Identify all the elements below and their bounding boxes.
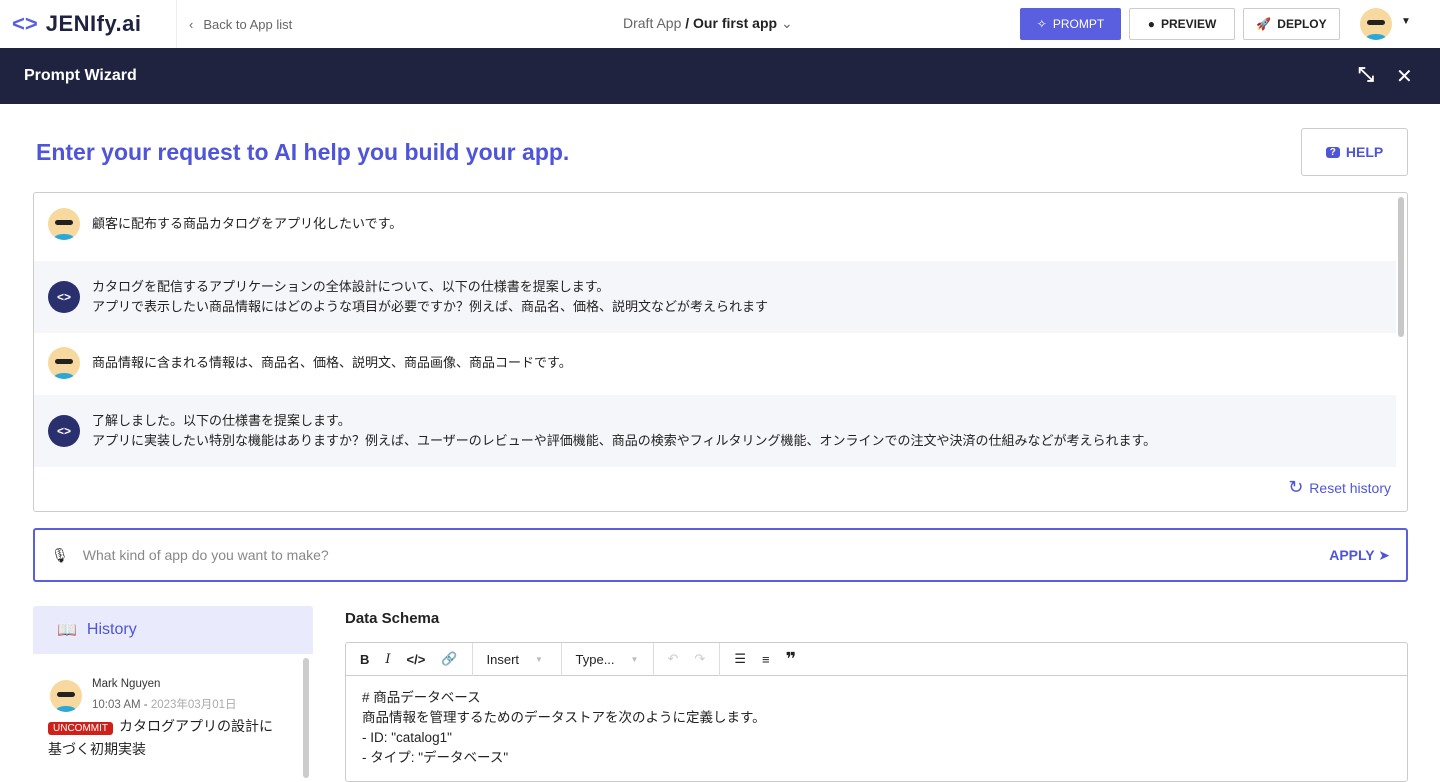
user-avatar (50, 680, 82, 712)
prompt-button[interactable]: ✧ PROMPT (1020, 8, 1121, 40)
history-title: History (86, 621, 137, 638)
user-avatar (48, 208, 80, 240)
redo-icon[interactable]: ↷ (694, 651, 705, 667)
caret-down-icon: ▼ (535, 654, 543, 664)
question-icon: ? (1325, 146, 1340, 158)
history-panel: 📖 History Mark Nguyen 10:03 AM - 2023年03月… (33, 606, 313, 778)
chat-message-user: 顧客に配布する商品カタログをアプリ化したいです。 (34, 193, 1396, 255)
numbered-list-icon[interactable]: ≡ (762, 652, 770, 667)
back-link[interactable]: ‹ Back to App list (189, 17, 292, 32)
preview-button[interactable]: ● PREVIEW (1129, 8, 1235, 40)
insert-label: Insert (486, 651, 520, 667)
user-avatar (48, 347, 80, 379)
page-heading: Enter your request to AI help you build … (36, 139, 570, 165)
insert-dropdown[interactable]: Insert ▼ (473, 642, 562, 676)
apply-label: APPLY (1329, 547, 1375, 563)
ai-code-icon: <> (48, 415, 80, 447)
caret-down-icon: ▼ (630, 654, 639, 664)
caret-down-icon[interactable]: ▼ (1401, 16, 1411, 27)
prompt-input-box: 🎙 APPLY ➤ (33, 528, 1408, 582)
rocket-icon: 🚀 (1256, 17, 1272, 31)
editor-line: 商品情報を管理するためのデータストアを次のように定義します。 (362, 710, 766, 725)
crumb-current: Our first app (693, 15, 778, 31)
type-dropdown[interactable]: Type... ▼ (562, 642, 654, 676)
top-bar: <> JENIfy.ai ‹ Back to App list Draft App … (0, 0, 1440, 48)
chevron-left-icon: ‹ (189, 16, 194, 32)
logo-text: JENIfy.ai (45, 11, 142, 36)
close-icon[interactable]: ✕ (1396, 64, 1413, 89)
uncommit-badge: UNCOMMIT (48, 722, 113, 735)
apply-button[interactable]: APPLY ➤ (1329, 547, 1390, 564)
book-icon: 📖 (57, 622, 77, 639)
bullet-list-icon[interactable]: ☰ (734, 651, 746, 667)
message-text: カタログを配信するアプリケーションの全体設計について、以下の仕様書を提案します。 (92, 279, 610, 294)
message-text: アプリに実装したい特別な機能はありますか？例えば、ユーザーのレビューや評価機能、… (92, 433, 1157, 448)
chat-message-ai: <> 了解しました。以下の仕様書を提案します。アプリに実装したい特別な機能はありま… (34, 395, 1396, 467)
schema-editor: B I </> 🔗 Insert ▼ Type... ▼ ↶ ↷ ☰ ≡ ❞ # 商品データベー… (345, 642, 1408, 782)
deploy-button[interactable]: 🚀 DEPLOY (1243, 8, 1340, 40)
editor-line: - ID: "catalog1" (362, 730, 452, 745)
type-label: Type... (575, 651, 615, 667)
message-text: 了解しました。以下の仕様書を提案します。 (92, 413, 351, 428)
message-text: 商品情報に含まれる情報は、商品名、価格、説明文、商品画像、商品コードです。 (92, 355, 572, 370)
code-brackets-icon: <> (12, 11, 38, 36)
preview-label: PREVIEW (1160, 17, 1217, 31)
history-scrollbar[interactable] (303, 658, 309, 778)
code-icon[interactable]: </> (407, 652, 426, 667)
reset-history-button[interactable]: ↻ Reset history (1288, 477, 1391, 498)
wizard-header: Prompt Wizard ⤡ ✕ (0, 48, 1440, 104)
chat-message-user: 商品情報に含まれる情報は、商品名、価格、説明文、商品画像、商品コードです。 (34, 333, 1396, 393)
user-avatar[interactable] (1360, 8, 1392, 40)
chat-history: 顧客に配布する商品カタログをアプリ化したいです。 <> カタログを配信するアプリケ… (33, 192, 1408, 512)
help-label: HELP (1345, 144, 1384, 160)
chevron-down-icon: ⌄ (780, 15, 793, 31)
chat-message-ai: <> カタログを配信するアプリケーションの全体設計について、以下の仕様書を提案しま… (34, 261, 1396, 333)
editor-toolbar: B I </> 🔗 Insert ▼ Type... ▼ ↶ ↷ ☰ ≡ ❞ (346, 642, 1407, 676)
crumb-sep: / (685, 15, 690, 31)
undo-icon[interactable]: ↶ (668, 651, 679, 667)
magic-wand-icon: ✧ (1036, 17, 1047, 31)
message-text: 顧客に配布する商品カタログをアプリ化したいです。 (92, 216, 403, 231)
editor-content[interactable]: # 商品データベース 商品情報を管理するためのデータストアを次のように定義します… (346, 676, 1407, 780)
microphone-icon[interactable]: 🎙 (51, 547, 69, 564)
chat-scrollbar[interactable] (1398, 197, 1404, 337)
deploy-label: DEPLOY (1277, 17, 1327, 31)
reset-label: Reset history (1309, 479, 1391, 496)
history-user: Mark Nguyen (92, 678, 161, 690)
italic-icon[interactable]: I (385, 652, 390, 667)
ai-code-icon: <> (48, 281, 80, 313)
help-button[interactable]: ? HELP (1301, 128, 1408, 176)
history-item[interactable]: Mark Nguyen 10:03 AM - 2023年03月01日 UNCOM… (33, 654, 295, 759)
editor-line: # 商品データベース (362, 690, 481, 705)
quote-icon[interactable]: ❞ (786, 649, 797, 670)
link-icon[interactable]: 🔗 (441, 651, 457, 667)
history-date: 2023年03月01日 (150, 699, 237, 711)
eye-icon: ● (1147, 17, 1155, 31)
schema-title: Data Schema (345, 610, 440, 627)
refresh-icon: ↻ (1288, 477, 1304, 497)
message-text: アプリで表示したい商品情報にはどのような項目が必要ですか？例えば、商品名、価格、… (92, 299, 769, 314)
send-icon: ➤ (1378, 547, 1390, 563)
wizard-title: Prompt Wizard (24, 67, 137, 84)
back-label: Back to App list (203, 16, 293, 32)
bold-icon[interactable]: B (360, 652, 369, 667)
prompt-label: PROMPT (1052, 17, 1105, 31)
editor-line: - タイプ: "データベース" (362, 750, 509, 765)
logo[interactable]: <> JENIfy.ai (0, 0, 177, 48)
history-time: 10:03 AM - (92, 699, 148, 711)
breadcrumb[interactable]: Draft App / Our first app ⌄ (623, 15, 793, 32)
history-header: 📖 History (33, 606, 313, 654)
prompt-input[interactable] (82, 547, 1406, 563)
minimize-icon[interactable]: ⤡ (1358, 64, 1374, 87)
crumb-parent: Draft App (623, 15, 682, 31)
